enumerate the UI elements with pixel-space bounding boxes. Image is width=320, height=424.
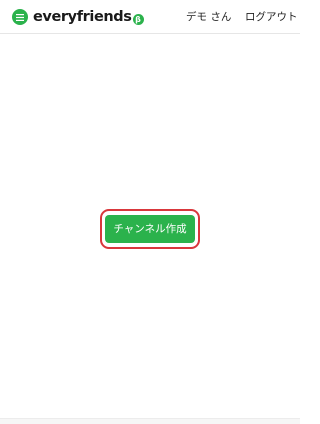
hamburger-menu-icon	[16, 13, 24, 21]
create-channel-button[interactable]: チャンネル作成	[105, 215, 195, 243]
create-channel-highlight: チャンネル作成	[100, 209, 200, 249]
beta-badge: β	[132, 13, 144, 25]
top-header: everyfriends β デモ さん ログアウト	[0, 0, 300, 34]
user-name: デモ さん	[186, 11, 232, 23]
logout-link[interactable]: ログアウト	[245, 10, 298, 24]
menu-button[interactable]	[12, 9, 28, 25]
footer-divider	[0, 418, 300, 424]
logo[interactable]: everyfriends β	[33, 7, 144, 27]
app-root: everyfriends β デモ さん ログアウト チャンネル作成	[0, 0, 300, 424]
logo-text: everyfriends	[33, 9, 132, 25]
